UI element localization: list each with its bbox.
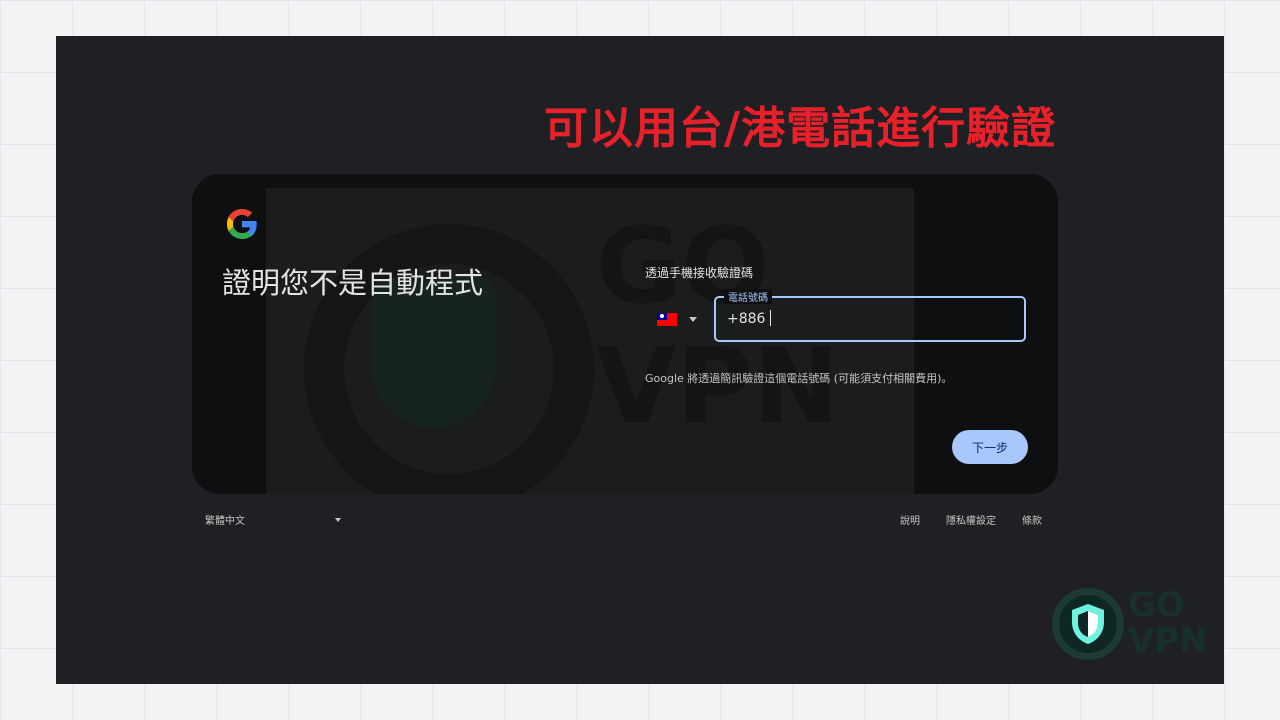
chevron-down-icon <box>689 317 697 322</box>
phone-number-label: 電話號碼 <box>724 289 772 304</box>
chevron-down-icon <box>335 517 341 522</box>
verification-card: GO VPN 證明您不是自動程式 透過手機接收驗證碼 電話號碼 +886 Goo… <box>192 174 1058 494</box>
taiwan-flag-icon <box>657 313 677 326</box>
govpn-badge-inner <box>1059 595 1117 653</box>
shield-icon <box>1072 604 1104 644</box>
language-selector[interactable]: 繁體中文 <box>205 512 341 527</box>
screenshot-frame: 可以用台/港電話進行驗證 GO VPN 證明您不是自動程式 透過手機接收驗證碼 … <box>56 36 1224 684</box>
page-title: 證明您不是自動程式 <box>222 266 484 300</box>
headline-banner: 可以用台/港電話進行驗證 <box>544 103 1057 154</box>
phone-verification-subhead: 透過手機接收驗證碼 <box>645 266 754 280</box>
brand-go: GO <box>1128 585 1185 625</box>
country-selector[interactable] <box>657 313 697 326</box>
phone-number-text: +886 <box>727 311 766 327</box>
terms-link[interactable]: 條款 <box>1022 512 1042 527</box>
phone-number-value[interactable]: +886 <box>727 310 772 327</box>
footer-links: 說明 隱私權設定 條款 <box>900 512 1042 527</box>
next-button[interactable]: 下一步 <box>952 430 1028 464</box>
language-label: 繁體中文 <box>205 516 245 527</box>
sms-notice: Google 將透過簡訊驗證這個電話號碼 (可能須支付相關費用)。 <box>645 372 953 385</box>
text-cursor <box>770 310 772 326</box>
watermark-vpn: VPN <box>596 325 840 447</box>
phone-number-input[interactable]: 電話號碼 +886 <box>714 289 1026 342</box>
brand-vpn: VPN <box>1128 621 1208 661</box>
privacy-link[interactable]: 隱私權設定 <box>946 512 996 527</box>
google-logo-icon <box>227 209 257 239</box>
help-link[interactable]: 說明 <box>900 512 920 527</box>
govpn-badge <box>1052 588 1124 660</box>
